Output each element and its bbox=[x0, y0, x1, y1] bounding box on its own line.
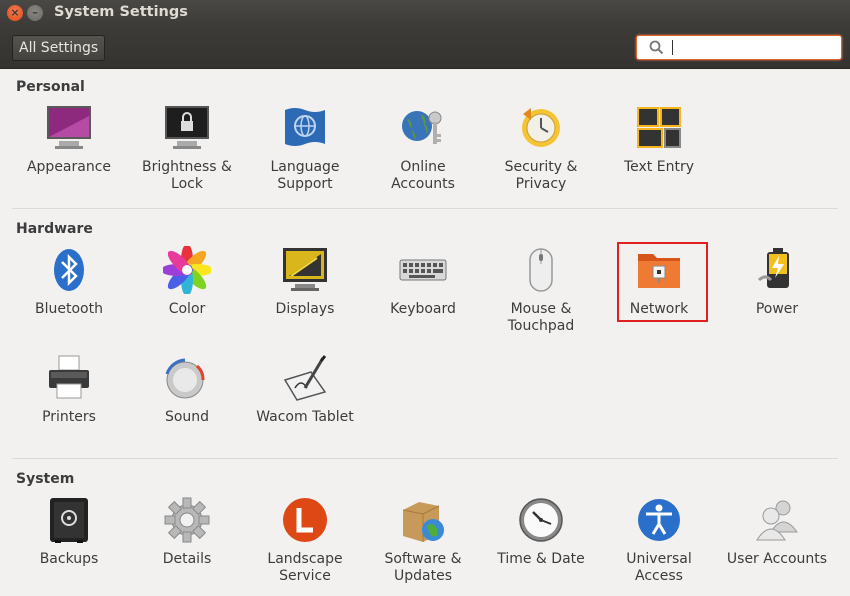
settings-item-label: Color bbox=[168, 301, 206, 317]
landscape-service-icon bbox=[283, 498, 327, 542]
settings-item-label: Landscape Service bbox=[267, 551, 343, 584]
section-divider bbox=[12, 208, 838, 209]
settings-item-security-privacy[interactable]: Security & Privacy bbox=[482, 104, 600, 193]
search-icon bbox=[649, 40, 664, 55]
settings-item-landscape-service[interactable]: Landscape Service bbox=[246, 496, 364, 585]
network-highlight-box bbox=[617, 242, 708, 322]
settings-item-details[interactable]: Details bbox=[128, 496, 246, 568]
minimize-icon: – bbox=[32, 6, 38, 19]
settings-item-label: Displays bbox=[275, 301, 335, 317]
settings-item-label: Software & Updates bbox=[384, 551, 462, 584]
settings-item-label: User Accounts bbox=[726, 551, 828, 567]
settings-item-power[interactable]: Power bbox=[718, 246, 836, 318]
sound-icon bbox=[165, 358, 205, 399]
section-divider bbox=[12, 458, 838, 459]
software-updates-icon bbox=[402, 502, 444, 542]
bluetooth-icon bbox=[54, 249, 84, 291]
settings-item-label: Details bbox=[162, 551, 212, 567]
minimize-button[interactable]: – bbox=[27, 5, 43, 21]
settings-item-text-entry[interactable]: Text Entry bbox=[600, 104, 718, 176]
settings-item-label: Brightness & Lock bbox=[142, 159, 232, 192]
settings-item-label: Appearance bbox=[26, 159, 112, 175]
settings-item-backups[interactable]: Backups bbox=[10, 496, 128, 568]
settings-item-label: Wacom Tablet bbox=[256, 409, 354, 425]
search-input[interactable] bbox=[636, 35, 842, 60]
user-accounts-icon bbox=[756, 500, 798, 541]
settings-item-label: Printers bbox=[42, 409, 96, 425]
wacom-tablet-icon bbox=[283, 355, 327, 401]
universal-access-icon bbox=[638, 499, 680, 541]
close-button[interactable]: × bbox=[7, 5, 23, 21]
security-privacy-icon bbox=[522, 108, 560, 147]
settings-item-appearance[interactable]: Appearance bbox=[10, 104, 128, 176]
settings-item-bluetooth[interactable]: Bluetooth bbox=[10, 246, 128, 318]
settings-item-label: Language Support bbox=[270, 159, 340, 192]
settings-item-brightness-lock[interactable]: Brightness & Lock bbox=[128, 104, 246, 193]
settings-item-sound[interactable]: Sound bbox=[128, 354, 246, 426]
backups-icon bbox=[50, 498, 88, 543]
time-date-icon bbox=[519, 498, 563, 542]
settings-item-label: Online Accounts bbox=[391, 159, 455, 192]
title-bar: × – System Settings bbox=[0, 0, 850, 27]
settings-item-universal-access[interactable]: Universal Access bbox=[600, 496, 718, 585]
details-icon bbox=[164, 497, 210, 543]
printers-icon bbox=[49, 355, 89, 399]
settings-item-label: Sound bbox=[164, 409, 210, 425]
settings-item-user-accounts[interactable]: User Accounts bbox=[718, 496, 836, 568]
close-icon: × bbox=[10, 6, 20, 19]
displays-icon bbox=[283, 248, 327, 291]
language-support-icon bbox=[285, 108, 325, 146]
power-icon bbox=[757, 248, 789, 288]
settings-item-label: Backups bbox=[39, 551, 99, 567]
appearance-icon bbox=[47, 106, 91, 149]
section-title-system: System bbox=[16, 471, 75, 487]
brightness-lock-icon bbox=[165, 106, 209, 149]
section-title-personal: Personal bbox=[16, 79, 85, 95]
section-title-hardware: Hardware bbox=[16, 221, 93, 237]
settings-item-mouse-touchpad[interactable]: Mouse & Touchpad bbox=[482, 246, 600, 335]
settings-item-online-accounts[interactable]: Online Accounts bbox=[364, 104, 482, 193]
settings-item-color[interactable]: Color bbox=[128, 244, 246, 318]
all-settings-button[interactable]: All Settings bbox=[12, 35, 106, 61]
mouse-touchpad-icon bbox=[529, 248, 553, 292]
toolbar: All Settings bbox=[0, 27, 850, 69]
settings-item-label: Power bbox=[755, 301, 799, 317]
settings-item-language-support[interactable]: Language Support bbox=[246, 104, 364, 193]
settings-item-label: Time & Date bbox=[497, 551, 585, 567]
settings-item-label: Mouse & Touchpad bbox=[507, 301, 575, 334]
settings-item-label: Bluetooth bbox=[35, 301, 103, 317]
settings-item-label: Universal Access bbox=[626, 551, 692, 584]
color-icon bbox=[161, 244, 213, 296]
window-title: System Settings bbox=[54, 4, 188, 20]
settings-item-keyboard[interactable]: Keyboard bbox=[364, 246, 482, 318]
text-entry-icon bbox=[637, 107, 681, 148]
settings-item-printers[interactable]: Printers bbox=[10, 354, 128, 426]
settings-item-time-date[interactable]: Time & Date bbox=[482, 496, 600, 568]
settings-item-displays[interactable]: Displays bbox=[246, 246, 364, 318]
settings-item-label: Keyboard bbox=[390, 301, 456, 317]
keyboard-icon bbox=[399, 259, 447, 281]
online-accounts-icon bbox=[402, 111, 442, 144]
settings-item-wacom-tablet[interactable]: Wacom Tablet bbox=[246, 354, 364, 426]
text-caret bbox=[672, 40, 673, 55]
settings-item-label: Security & Privacy bbox=[504, 159, 578, 192]
settings-item-label: Text Entry bbox=[623, 159, 694, 175]
settings-item-software-updates[interactable]: Software & Updates bbox=[364, 496, 482, 585]
